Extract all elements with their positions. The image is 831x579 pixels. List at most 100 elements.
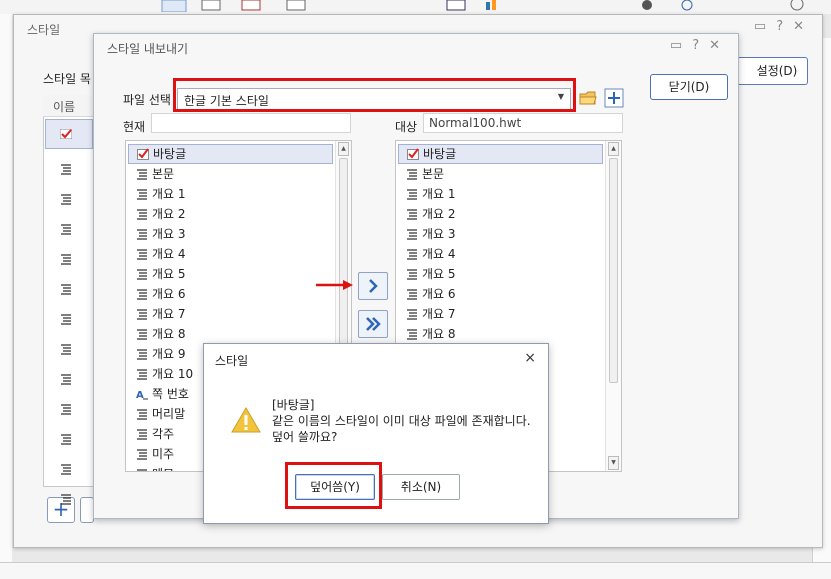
translate-icon[interactable] xyxy=(675,0,699,12)
paragraph-style-icon xyxy=(61,164,71,175)
target-field: Normal100.hwt xyxy=(423,113,623,133)
list-item[interactable]: 바탕글 xyxy=(398,144,603,164)
chevron-right-icon xyxy=(369,279,378,293)
paragraph-style-icon xyxy=(407,209,417,220)
paragraph-style-icon xyxy=(61,314,71,325)
paragraph-style-icon xyxy=(137,289,147,300)
help-icon[interactable]: ? xyxy=(692,38,709,53)
paragraph-style-icon xyxy=(61,464,71,475)
list-item[interactable]: 개요 6 xyxy=(128,284,333,304)
close-icon[interactable]: × xyxy=(524,350,536,366)
paragraph-style-icon xyxy=(407,169,417,180)
list-item-label: 개요 4 xyxy=(422,247,456,261)
list-item[interactable]: 개요 4 xyxy=(398,244,603,264)
list-item[interactable]: 본문 xyxy=(128,164,333,184)
list-item-label: 개요 5 xyxy=(422,267,456,281)
list-item-label: 각주 xyxy=(152,427,175,441)
svg-text:A: A xyxy=(136,390,144,400)
style-window-title: 스타일 xyxy=(27,23,61,37)
current-field xyxy=(151,113,351,133)
paragraph-style-icon xyxy=(137,449,147,460)
paragraph-style-icon xyxy=(61,434,71,445)
open-folder-icon[interactable] xyxy=(578,88,598,108)
close-icon[interactable]: ✕ xyxy=(793,19,814,34)
list-item-label: 개요 1 xyxy=(422,187,456,201)
list-item-label: 개요 8 xyxy=(152,327,186,341)
help-icon[interactable]: ? xyxy=(776,19,793,34)
confirm-message: [바탕글] 같은 이름의 스타일이 이미 대상 파일에 존재합니다. 덮어 쓸까… xyxy=(272,397,531,445)
copy-all-button[interactable] xyxy=(358,310,388,338)
double-chevron-right-icon xyxy=(366,317,381,331)
style-list-header: 이름 xyxy=(43,95,95,117)
edit-style-button[interactable] xyxy=(80,497,94,523)
comment-icon[interactable] xyxy=(785,0,809,12)
list-item-label: 개요 3 xyxy=(152,227,186,241)
list-item-label: 개요 2 xyxy=(152,207,186,221)
help-chat-icon[interactable]: ▭ xyxy=(754,19,776,34)
paragraph-style-icon xyxy=(61,494,71,505)
paragraph-style-icon xyxy=(137,189,147,200)
table-icon[interactable] xyxy=(240,0,264,12)
list-item[interactable]: 개요 5 xyxy=(398,264,603,284)
list-item-label: 쪽 번호 xyxy=(152,387,189,401)
paragraph-style-icon xyxy=(407,289,417,300)
paragraph-style-icon xyxy=(407,269,417,280)
scroll-thumb[interactable] xyxy=(609,158,618,383)
paragraph-style-icon xyxy=(407,249,417,260)
overwrite-confirm-dialog: 스타일 × [바탕글] 같은 이름의 스타일이 이미 대상 파일에 존재합니다.… xyxy=(203,343,549,524)
list-item[interactable]: 개요 3 xyxy=(128,224,333,244)
paragraph-style-icon xyxy=(61,224,71,235)
list-item[interactable]: 본문 xyxy=(398,164,603,184)
paragraph-style-icon xyxy=(137,269,147,280)
list-item-label: 개요 1 xyxy=(152,187,186,201)
people-icon[interactable] xyxy=(635,0,659,12)
scroll-down-button[interactable]: ▼ xyxy=(608,456,619,470)
list-item-label: 개요 6 xyxy=(422,287,456,301)
list-item[interactable]: 개요 8 xyxy=(398,324,603,344)
list-item[interactable]: 개요 2 xyxy=(128,204,333,224)
paragraph-style-icon xyxy=(61,254,71,265)
status-bar xyxy=(0,562,831,579)
scroll-up-button[interactable]: ▲ xyxy=(338,142,349,156)
copy-one-button[interactable] xyxy=(358,272,388,300)
align-left-icon[interactable] xyxy=(160,0,190,12)
message-line-3: 덮어 쓸까요? xyxy=(272,430,338,444)
scroll-thumb[interactable] xyxy=(339,158,348,353)
list-item[interactable]: 개요 7 xyxy=(128,304,333,324)
cancel-button[interactable]: 취소(N) xyxy=(382,474,460,500)
list-item[interactable]: 바탕글 xyxy=(128,144,333,164)
style-icon[interactable] xyxy=(200,0,224,12)
list-item[interactable]: 개요 6 xyxy=(398,284,603,304)
paragraph-style-icon xyxy=(137,329,147,340)
list-item[interactable]: 개요 1 xyxy=(398,184,603,204)
chart-icon[interactable] xyxy=(482,0,506,12)
list-item[interactable]: 개요 1 xyxy=(128,184,333,204)
paragraph-style-icon xyxy=(61,194,71,205)
help-chat-icon[interactable]: ▭ xyxy=(670,38,692,53)
character-style-icon: A xyxy=(136,390,148,400)
close-icon[interactable]: ✕ xyxy=(709,38,730,53)
scroll-up-button[interactable]: ▲ xyxy=(608,142,619,156)
paragraph-style-icon xyxy=(61,404,71,415)
list-item[interactable]: 개요 3 xyxy=(398,224,603,244)
list-item[interactable]: 개요 5 xyxy=(128,264,333,284)
list-item[interactable]: 개요 8 xyxy=(128,324,333,344)
grid-icon[interactable] xyxy=(445,0,469,12)
message-line-1: [바탕글] xyxy=(272,398,315,412)
paragraph-style-icon xyxy=(137,229,147,240)
paragraph-style-icon xyxy=(61,344,71,355)
list-item[interactable]: 개요 2 xyxy=(398,204,603,224)
list-item-label: 개요 10 xyxy=(152,367,194,381)
paragraph-style-icon xyxy=(137,409,147,420)
close-button[interactable]: 닫기(D) xyxy=(650,74,728,100)
list-item[interactable]: 개요 4 xyxy=(128,244,333,264)
layout-icon[interactable] xyxy=(285,0,309,12)
right-list-scrollbar[interactable]: ▲ ▼ xyxy=(605,141,621,471)
file-select-highlight xyxy=(173,78,576,112)
add-file-icon[interactable] xyxy=(604,88,624,108)
list-item[interactable]: 개요 7 xyxy=(398,304,603,324)
paragraph-style-icon xyxy=(137,349,147,360)
paragraph-style-icon xyxy=(137,169,147,180)
message-line-2: 같은 이름의 스타일이 이미 대상 파일에 존재합니다. xyxy=(272,414,531,428)
list-item-label: 본문 xyxy=(422,167,445,181)
